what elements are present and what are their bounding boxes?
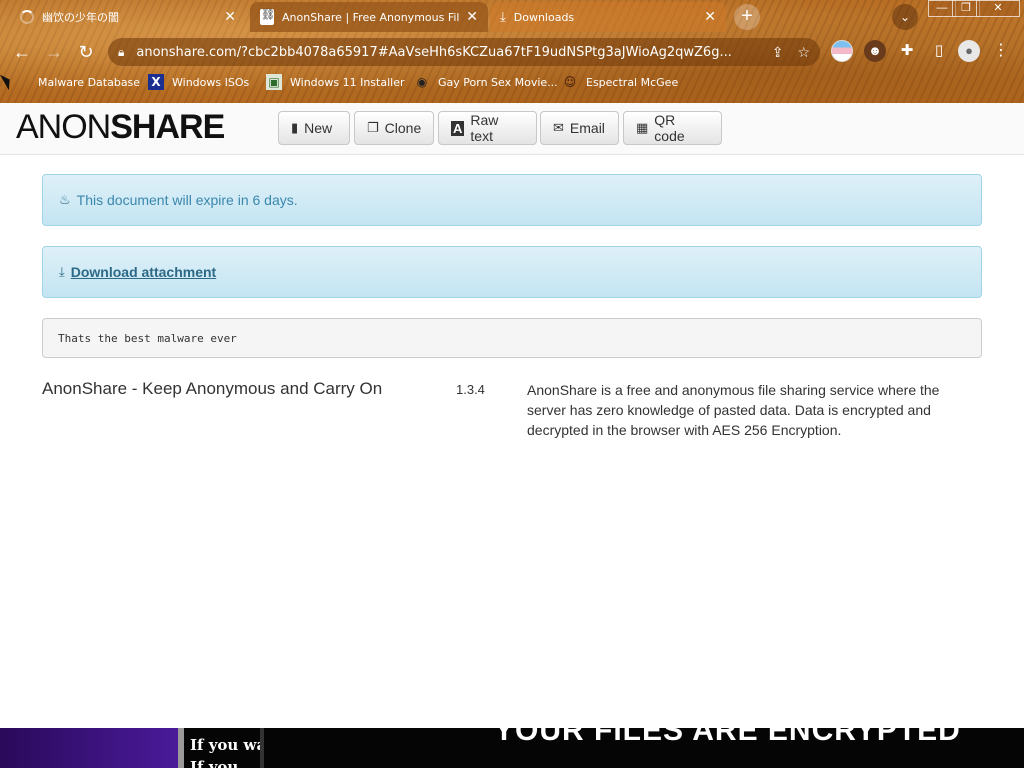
bookmark-movie[interactable]: ◉ Gay Porn Sex Movie... (414, 74, 558, 90)
envelope-icon: ✉ (553, 120, 564, 135)
tab-loading[interactable]: 幽饮の少年の闇 ✕ (10, 2, 246, 32)
email-label: Email (569, 120, 605, 136)
download-attachment-link[interactable]: Download attachment (71, 264, 216, 280)
close-icon[interactable]: ✕ (224, 9, 236, 25)
bookmarks-bar: Malware Database X Windows ISOs ▣ Window… (0, 72, 1024, 96)
new-tab-button[interactable]: + (734, 4, 760, 30)
raw-text-button[interactable]: A Raw text (438, 111, 537, 145)
fire-icon: ♨ (59, 192, 71, 207)
image-icon: ▣ (266, 74, 282, 90)
profile-icon[interactable]: ● (958, 40, 980, 62)
close-icon[interactable]: ✕ (466, 9, 478, 25)
close-icon[interactable]: ✕ (704, 9, 716, 25)
tab-downloads[interactable]: ⤓ Downloads ✕ (490, 2, 726, 32)
bookmark-label: Malware Database (38, 75, 141, 89)
bookmark-label: Windows ISOs (172, 75, 250, 89)
blank-page-icon (14, 74, 30, 90)
tab-title: 幽饮の少年の闇 (42, 11, 119, 24)
window-border (260, 728, 264, 768)
bookmark-label: Espectral McGee (586, 75, 679, 89)
expiry-alert: ♨ This document will expire in 6 days. (42, 174, 982, 226)
address-bar[interactable]: 🔒︎ anonshare.com/?cbc2bb4078a65917#AaVse… (108, 38, 820, 66)
raw-text-label: Raw text (470, 112, 499, 144)
bookmark-windows-11-installer[interactable]: ▣ Windows 11 Installer (266, 74, 405, 90)
expiry-text: This document will expire in 6 days. (76, 192, 298, 208)
ransom-note-text-2: If you (190, 758, 239, 768)
tab-title: Downloads (513, 10, 575, 24)
footer-description: AnonShare is a free and anonymous file s… (527, 382, 940, 438)
tab-search-button[interactable]: ⌄ (892, 4, 918, 30)
flag-extension-icon[interactable] (831, 40, 853, 62)
reload-button[interactable]: ↻ (72, 38, 100, 66)
copy-icon: ❐ (367, 120, 379, 135)
ransom-note-text: If you wa (190, 736, 260, 754)
forward-button[interactable]: → (40, 38, 68, 66)
loading-spinner-icon (20, 10, 34, 24)
download-icon: ⤓ (500, 9, 506, 25)
disc-icon: ◉ (416, 75, 428, 89)
bookmark-windows-isos[interactable]: X Windows ISOs (148, 74, 249, 90)
clone-button[interactable]: ❐ Clone (354, 111, 434, 145)
menu-dots-icon[interactable]: ⋮ (990, 40, 1012, 62)
browser-chrome: 幽饮の少年の闇 ✕ AnonShare | Free Anonymous Fil… (0, 0, 1024, 103)
extensions-puzzle-icon[interactable]: ✚ (896, 40, 918, 62)
bookmark-espectral-mcgee[interactable]: ☺ Espectral McGee (562, 74, 678, 90)
ransom-banner: YOUR FILES ARE ENCRYPTED (494, 728, 961, 747)
bookmark-label: Windows 11 Installer (290, 75, 405, 89)
tab-anonshare[interactable]: AnonShare | Free Anonymous File Sharing … (250, 2, 488, 32)
background-wallpaper (0, 728, 178, 768)
new-label: New (304, 120, 333, 136)
side-panel-icon[interactable]: ▯ (928, 40, 950, 62)
x-logo-icon: X (148, 74, 164, 90)
window-close-button[interactable]: ✕ (976, 0, 1020, 17)
anonshare-logo[interactable]: ANON SHARE (16, 108, 225, 147)
version-number: 1.3.4 (456, 382, 485, 397)
logo-share-text: SHARE (110, 108, 225, 146)
qr-code-label: QR code (654, 112, 685, 144)
background-window-strip: If you wa If you YOUR FILES ARE ENCRYPTE… (0, 728, 1024, 768)
lock-icon[interactable]: 🔒︎ (118, 45, 124, 60)
qrcode-icon: ▦ (636, 120, 649, 135)
tab-title: AnonShare | Free Anonymous File Sharing (282, 10, 460, 24)
download-icon: ⤓ (59, 264, 65, 279)
back-button[interactable]: ← (8, 38, 36, 66)
avatar-extension-icon[interactable]: ☻ (864, 40, 886, 62)
bookmark-label: Gay Porn Sex Movie... (438, 75, 558, 89)
page-content: ANON SHARE ▮ New ❐ Clone A Raw text ✉ Ema… (0, 103, 1024, 728)
site-navbar: ANON SHARE ▮ New ❐ Clone A Raw text ✉ Ema… (0, 103, 1024, 155)
share-icon[interactable]: ⇪ (772, 44, 784, 61)
qr-code-button[interactable]: ▦ QR code (623, 111, 722, 145)
new-button[interactable]: ▮ New (278, 111, 350, 145)
email-button[interactable]: ✉ Email (540, 111, 619, 145)
url-text[interactable]: anonshare.com/?cbc2bb4078a65917#AaVseHh6… (136, 45, 757, 60)
anonshare-favicon-icon (260, 8, 275, 25)
font-icon: A (451, 120, 465, 136)
character-icon: ☺ (563, 75, 577, 89)
logo-anon-text: ANON (16, 108, 111, 146)
bookmark-star-icon[interactable]: ☆ (797, 44, 810, 61)
download-alert: ⤓ Download attachment (42, 246, 982, 298)
document-content: Thats the best malware ever (42, 318, 982, 358)
footer-title: AnonShare - Keep Anonymous and Carry On (42, 379, 383, 398)
bookmark-malware-database[interactable]: Malware Database (14, 74, 140, 90)
file-icon: ▮ (291, 120, 299, 135)
window-border (178, 728, 184, 768)
clone-label: Clone (384, 120, 422, 136)
